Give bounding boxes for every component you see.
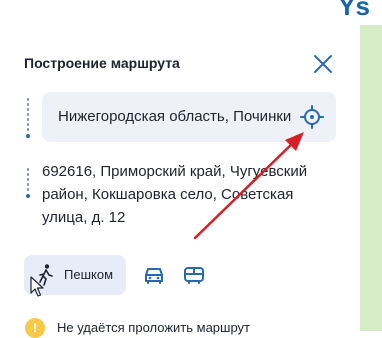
- route-to-value[interactable]: 692616, Приморский край, Чугуевский райо…: [42, 160, 342, 229]
- warning-icon: [25, 318, 45, 338]
- warning-text: Не удаётся проложить маршрут: [57, 320, 250, 335]
- close-icon: [314, 55, 332, 73]
- mode-walk-label: Пешком: [64, 267, 114, 282]
- close-button[interactable]: [311, 52, 335, 76]
- car-icon: [145, 268, 163, 284]
- mouse-cursor-icon: [30, 276, 44, 297]
- route-from-field[interactable]: Нижегородская область, Починки: [42, 92, 336, 142]
- bus-icon: [184, 267, 204, 284]
- crosshair-icon: [300, 105, 324, 129]
- map-area[interactable]: [360, 25, 382, 331]
- locate-button[interactable]: [300, 105, 324, 129]
- route-to-connector: [26, 168, 30, 198]
- panel-title: Построение маршрута: [24, 55, 180, 71]
- header-title-fragment: Ys: [338, 0, 370, 21]
- route-from-connector: [26, 98, 30, 138]
- route-from-value[interactable]: Нижегородская область, Починки: [58, 108, 302, 125]
- mode-bus-button[interactable]: [182, 263, 206, 287]
- mode-car-button[interactable]: [142, 263, 166, 287]
